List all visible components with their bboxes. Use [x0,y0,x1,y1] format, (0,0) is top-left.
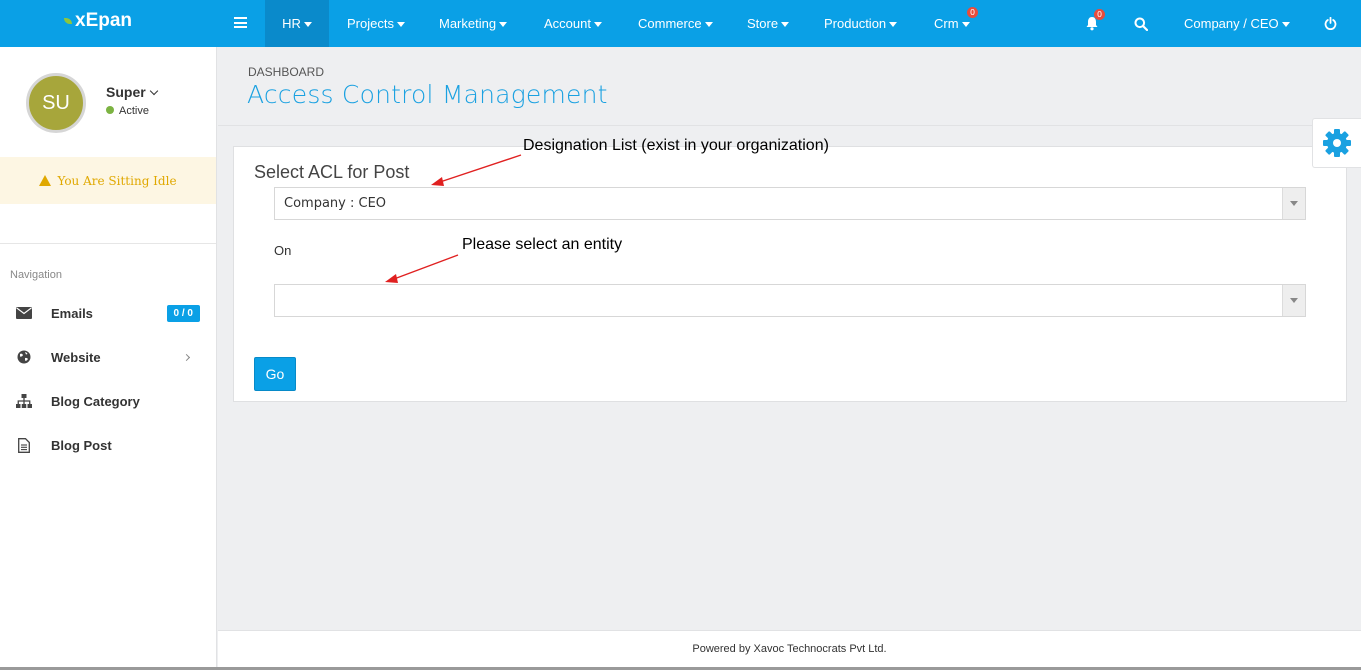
logout-button[interactable] [1320,0,1340,47]
search-button[interactable] [1131,0,1151,47]
post-select-value: Company : CEO [284,196,387,211]
power-icon [1324,17,1336,30]
status-dot-icon [106,106,114,114]
gear-icon [1323,129,1351,157]
designation-annotation: Designation List (exist in your organiza… [523,137,829,154]
sidebar-item-blog-post[interactable]: Blog Post [0,433,216,457]
sidebar: SU Super Active You Are Sitting Idle Nav… [0,47,217,667]
sidebar-item-label: Blog Category [51,393,140,409]
caret-down-icon [593,22,602,28]
nav-account[interactable]: Account [544,0,602,47]
navigation-heading: Navigation [10,269,62,281]
entity-select[interactable] [274,284,1306,317]
sidebar-item-label: Emails [51,305,93,321]
go-button[interactable]: Go [254,357,296,391]
idle-alert: You Are Sitting Idle [0,157,216,204]
notifications-badge: 0 [1094,9,1106,20]
app-logo[interactable]: xEpan [64,10,132,32]
post-select[interactable]: Company : CEO [274,187,1306,220]
warning-icon [39,175,52,186]
entity-annotation: Please select an entity [462,236,623,253]
caret-down-icon [704,22,713,28]
logo-text: xEpan [75,10,133,31]
leaf-icon [64,17,72,24]
nav-store[interactable]: Store [747,0,790,47]
chevron-down-icon [149,86,158,96]
envelope-icon [16,305,32,321]
sitemap-icon [16,393,32,409]
sidebar-item-label: Website [51,349,101,365]
nav-projects[interactable]: Projects [347,0,405,47]
caret-down-icon [499,22,508,28]
chevron-right-icon [182,353,191,361]
notifications-button[interactable] [1080,0,1104,47]
on-label: On [274,243,292,258]
crm-badge: 0 [967,7,979,18]
avatar[interactable]: SU [26,73,86,133]
caret-down-icon [1281,22,1290,28]
user-status: Active [106,105,149,117]
caret-down-icon [781,22,790,28]
breadcrumb[interactable]: DASHBOARD [248,65,324,79]
hamburger-menu-icon[interactable] [234,17,247,28]
sidebar-item-website[interactable]: Website [0,345,216,369]
page-header: DASHBOARD Access Control Management [218,47,1361,126]
top-navbar: xEpan HR Projects Marketing Account Comm… [0,0,1361,47]
user-menu[interactable]: Company / CEO [1184,0,1290,47]
sidebar-item-emails[interactable]: Emails 0 / 0 [0,301,216,325]
nav-hr[interactable]: HR [265,0,329,47]
dropdown-arrow-icon[interactable] [1282,285,1305,316]
acl-form-panel: Select ACL for Post Company : CEO On Go [233,146,1347,402]
search-icon [1134,17,1148,31]
dropdown-arrow-icon[interactable] [1282,188,1305,219]
nav-marketing[interactable]: Marketing [439,0,508,47]
emails-count-badge: 0 / 0 [166,304,200,322]
globe-icon [16,349,32,365]
sidebar-item-label: Blog Post [51,437,112,453]
caret-down-icon [961,22,970,28]
panel-title: Select ACL for Post [254,162,410,182]
sidebar-divider [0,243,216,244]
user-name-dropdown[interactable]: Super [106,84,158,100]
sidebar-item-blog-category[interactable]: Blog Category [0,389,216,413]
caret-down-icon [889,22,898,28]
footer: Powered by Xavoc Technocrats Pvt Ltd. [218,630,1361,667]
settings-tab[interactable] [1312,118,1361,168]
caret-down-icon [303,22,312,28]
nav-crm[interactable]: Crm [934,0,970,47]
page-title: Access Control Management [247,80,608,109]
nav-commerce[interactable]: Commerce [638,0,713,47]
document-icon [16,437,32,453]
nav-production[interactable]: Production [824,0,898,47]
caret-down-icon [396,22,405,28]
